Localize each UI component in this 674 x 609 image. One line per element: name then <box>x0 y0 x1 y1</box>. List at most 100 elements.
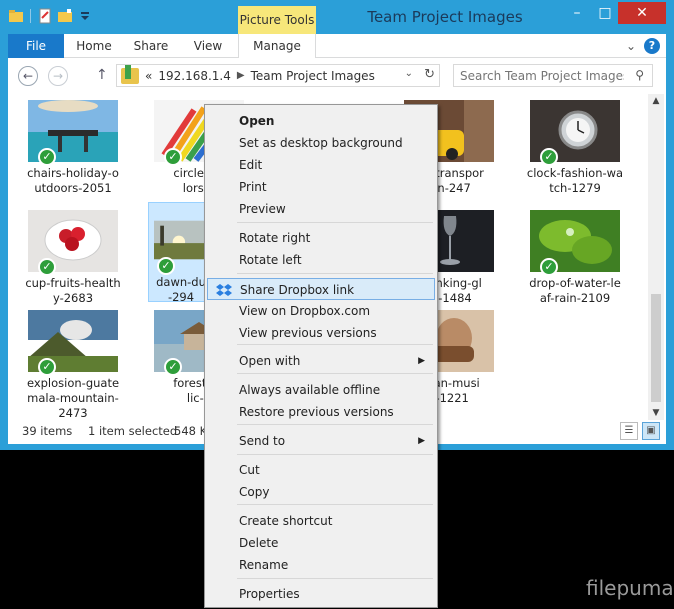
expand-ribbon-chevron-icon[interactable]: ⌄ <box>626 39 636 53</box>
menu-item-label: Copy <box>239 485 270 499</box>
menu-item-label: Send to <box>239 434 286 448</box>
network-folder-icon <box>121 64 139 84</box>
menu-item-label: Delete <box>239 536 279 550</box>
menu-item-properties[interactable]: Properties <box>207 583 435 605</box>
menu-item-label: Rename <box>239 558 289 572</box>
tab-view[interactable]: View <box>188 34 228 58</box>
breadcrumb-folder[interactable]: Team Project Images <box>251 69 375 83</box>
sync-check-icon: ✓ <box>38 358 56 376</box>
menu-item-preview[interactable]: Preview <box>207 198 435 220</box>
breadcrumb-ip[interactable]: 192.168.1.4 <box>158 69 231 83</box>
file-tile-selected[interactable]: ✓ dawn-du -294 <box>148 202 212 304</box>
menu-item-label: View previous versions <box>239 326 377 340</box>
menu-item-label: Set as desktop background <box>239 136 403 150</box>
menu-separator <box>237 373 433 374</box>
forward-button[interactable]: → <box>48 66 68 86</box>
file-tile[interactable]: ✓ drop-of-water-le af-rain-2109 <box>520 204 630 305</box>
address-dropdown-icon[interactable]: ⌄ <box>405 68 413 79</box>
menu-item-copy[interactable]: Copy <box>207 481 435 503</box>
menu-item-edit[interactable]: Edit <box>207 154 435 176</box>
menu-item-label: Create shortcut <box>239 514 333 528</box>
menu-item-label: Cut <box>239 463 260 477</box>
menu-item-view-previous-versions[interactable]: View previous versions <box>207 322 435 344</box>
menu-item-rotate-left[interactable]: Rotate left <box>207 249 435 271</box>
menu-item-rotate-right[interactable]: Rotate right <box>207 227 435 249</box>
menu-separator <box>237 578 433 579</box>
menu-item-label: Print <box>239 180 267 194</box>
close-button[interactable]: ✕ <box>618 2 666 24</box>
menu-item-view-on-dropbox-com[interactable]: View on Dropbox.com <box>207 300 435 322</box>
minimize-button[interactable]: – <box>564 2 590 24</box>
menu-item-label: Restore previous versions <box>239 405 394 419</box>
quick-access-toolbar <box>8 8 93 24</box>
sync-check-icon: ✓ <box>164 358 182 376</box>
file-name: drop-of-water-le af-rain-2109 <box>529 276 621 305</box>
refresh-icon[interactable]: ↻ <box>424 67 435 82</box>
menu-item-rename[interactable]: Rename <box>207 554 435 576</box>
up-arrow-icon[interactable]: ↑ <box>96 67 108 83</box>
menu-item-label: Open with <box>239 354 301 368</box>
back-button[interactable]: ← <box>18 66 38 86</box>
address-overflow-chevron[interactable]: « <box>145 69 152 83</box>
address-bar[interactable]: « 192.168.1.4 ▶ Team Project Images ⌄ ↻ <box>116 64 440 87</box>
window-title: Team Project Images <box>367 8 523 26</box>
tab-manage[interactable]: Manage <box>238 34 316 58</box>
menu-item-share-dropbox-link[interactable]: Share Dropbox link <box>207 278 435 300</box>
file-tile[interactable]: ✓ clock-fashion-wa tch-1279 <box>520 94 630 195</box>
file-tile[interactable]: ✓ chairs-holiday-o utdoors-2051 <box>18 94 128 195</box>
details-view-icon[interactable]: ☰ <box>620 422 638 440</box>
menu-item-label: Preview <box>239 202 286 216</box>
tab-share[interactable]: Share <box>128 34 174 58</box>
item-count: 39 items <box>22 424 73 438</box>
menu-item-label: Share Dropbox link <box>240 283 355 297</box>
properties-icon[interactable] <box>37 8 53 24</box>
menu-item-label: Open <box>239 114 275 128</box>
large-icons-view-icon[interactable]: ▣ <box>642 422 660 440</box>
scrollbar-thumb[interactable] <box>651 294 661 402</box>
folder-icon[interactable] <box>8 8 24 24</box>
menu-item-print[interactable]: Print <box>207 176 435 198</box>
scroll-up-icon[interactable]: ▲ <box>648 96 664 106</box>
search-input[interactable] <box>454 65 624 86</box>
menu-separator <box>237 344 433 345</box>
help-icon[interactable]: ? <box>644 38 660 54</box>
submenu-arrow-icon: ▶ <box>418 356 425 366</box>
maximize-button[interactable]: □ <box>592 2 618 24</box>
file-tile[interactable]: ✓ explosion-guate mala-mountain- 2473 <box>18 304 128 420</box>
menu-item-label: Edit <box>239 158 263 172</box>
menu-item-restore-previous-versions[interactable]: Restore previous versions <box>207 401 435 423</box>
watermark: filepuma <box>586 576 674 600</box>
menu-item-always-available-offline[interactable]: Always available offline <box>207 379 435 401</box>
menu-separator <box>237 454 433 455</box>
tab-home[interactable]: Home <box>74 34 114 58</box>
menu-item-send-to[interactable]: Send to ▶ <box>207 430 435 452</box>
menu-item-open-with[interactable]: Open with ▶ <box>207 350 435 372</box>
file-name: explosion-guate mala-mountain- 2473 <box>26 376 120 420</box>
menu-separator <box>237 273 433 274</box>
menu-item-set-as-desktop-background[interactable]: Set as desktop background <box>207 132 435 154</box>
tab-file[interactable]: File <box>8 34 64 58</box>
menu-item-label: Rotate right <box>239 231 311 245</box>
navigation-bar: ← → ↑ « 192.168.1.4 ▶ Team Project Image… <box>8 58 666 94</box>
menu-item-create-shortcut[interactable]: Create shortcut <box>207 510 435 532</box>
selection-count: 1 item selected <box>88 424 178 438</box>
customize-toolbar-icon[interactable] <box>77 8 93 24</box>
submenu-arrow-icon: ▶ <box>418 436 425 446</box>
file-tile[interactable]: ✓ cup-fruits-health y-2683 <box>18 204 128 305</box>
vertical-scrollbar[interactable]: ▲ ▼ <box>648 94 664 420</box>
file-name: chairs-holiday-o utdoors-2051 <box>27 166 119 195</box>
menu-item-cut[interactable]: Cut <box>207 459 435 481</box>
dropbox-icon <box>216 284 232 296</box>
menu-item-open[interactable]: Open <box>207 110 435 132</box>
ribbon-tabs: File Home Share View Manage ⌄ ? <box>8 34 666 58</box>
search-box[interactable]: ⚲ <box>453 64 653 87</box>
breadcrumb-separator-icon[interactable]: ▶ <box>237 70 245 81</box>
sync-check-icon: ✓ <box>38 148 56 166</box>
search-icon[interactable]: ⚲ <box>635 68 644 82</box>
menu-item-delete[interactable]: Delete <box>207 532 435 554</box>
screen: Picture Tools Team Project Images – □ ✕ … <box>0 0 674 609</box>
new-folder-icon[interactable] <box>57 8 73 24</box>
file-name: clock-fashion-wa tch-1279 <box>526 166 624 195</box>
file-name: cup-fruits-health y-2683 <box>25 276 121 305</box>
scroll-down-icon[interactable]: ▼ <box>648 408 664 418</box>
